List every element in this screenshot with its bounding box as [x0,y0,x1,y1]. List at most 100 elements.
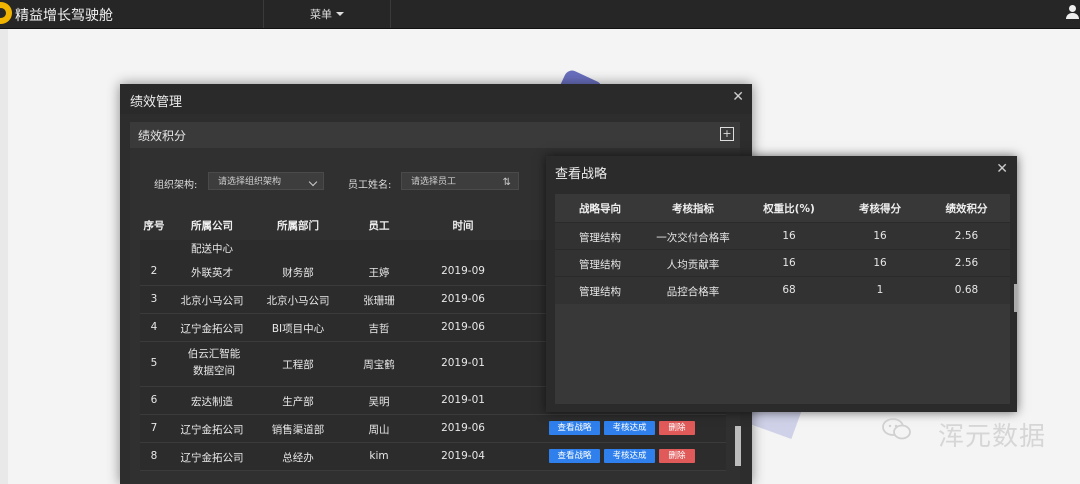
popup-scrollbar[interactable] [1014,284,1017,312]
dept-cell: 北京小马公司 [266,295,330,307]
no-cell: 7 [150,422,158,434]
column-header: 所属公司 [191,220,233,232]
company-cell: 配送中心 [191,243,233,255]
time-cell: 2019-04 [441,450,485,462]
indicator-cell: 人均贡献率 [666,259,720,271]
table-row: 管理结构 品控合格率 68 1 0.68 [555,276,1010,304]
column-header: 战略导向 [579,203,621,215]
score-cell: 16 [873,230,887,242]
no-cell: 2 [150,265,158,277]
dept-cell: 销售渠道部 [271,424,325,436]
column-header: 考核得分 [859,203,901,215]
nav-divider [263,0,264,28]
company-cell: 宏达制造 [191,396,233,408]
employee-cell: 周宝鹤 [363,359,395,371]
weight-cell: 16 [782,230,796,242]
no-cell: 4 [150,321,158,333]
company-cell: 北京小马公司 [180,295,244,307]
company-cell: 伯云汇智能数据空间 [187,348,241,377]
app-title: 精益增长驾驶舱 [15,8,113,24]
org-label: 组织架构: [154,180,198,191]
weight-cell: 68 [782,284,796,296]
logo-icon [0,2,12,24]
employee-cell: 吴明 [368,396,390,408]
column-header: 时间 [452,220,474,232]
watermark-text: 浑元数据 [938,422,1047,452]
score-cell: 16 [873,257,887,269]
close-icon[interactable]: ✕ [996,161,1008,177]
employee-cell: 张珊珊 [363,295,395,307]
indicator-cell: 品控合格率 [666,286,720,298]
close-icon[interactable]: ✕ [732,89,744,105]
column-header: 权重比(%) [763,203,815,215]
direction-cell: 管理结构 [579,286,621,298]
assessment-button[interactable]: 考核达成 [604,421,655,435]
table-row: 7 辽宁金拓公司 销售渠道部 周山 2019-06 查看战略 考核达成 删除 [140,415,726,443]
wechat-icon [882,418,911,440]
employee-cell: 王婷 [368,267,390,279]
menu-dropdown[interactable]: 菜单 [310,6,344,22]
column-header: 序号 [143,220,165,232]
company-cell: 辽宁金拓公司 [180,424,244,436]
popup-title: 查看战略 [555,167,608,182]
indicator-cell: 一次交付合格率 [656,232,730,244]
column-header: 绩效积分 [945,203,988,215]
dept-cell: 总经办 [282,452,314,464]
direction-cell: 管理结构 [579,259,621,271]
employee-label: 员工姓名: [348,180,392,191]
column-header: 所属部门 [277,220,319,232]
company-cell: 辽宁金拓公司 [180,452,244,464]
score-cell: 1 [876,284,884,296]
panel-title: 绩效积分 [138,129,187,143]
dept-cell: 工程部 [282,359,314,371]
company-cell: 辽宁金拓公司 [180,323,244,335]
dialog-title: 绩效管理 [130,95,183,110]
org-placeholder: 请选择组织架构 [218,177,282,187]
no-cell: 6 [150,394,158,406]
dept-cell: 生产部 [282,396,314,408]
dept-cell: 财务部 [282,267,314,279]
time-cell: 2019-06 [441,321,485,333]
employee-cell: 周山 [368,424,390,436]
points-cell: 2.56 [954,257,979,269]
expand-icon[interactable]: + [720,127,734,141]
user-icon[interactable] [1066,5,1080,21]
points-cell: 0.68 [954,284,979,296]
delete-button[interactable]: 删除 [659,449,695,463]
panel-header: 绩效积分 + [130,122,740,148]
strategy-table: 战略导向 考核指标 权重比(%) 考核得分 绩效积分 管理结构 一次交付合格率 … [555,194,1010,404]
assessment-button[interactable]: 考核达成 [604,449,655,463]
sort-icon: ⇅ [502,177,511,188]
time-cell: 2019-06 [441,293,485,305]
view-strategy-button[interactable]: 查看战略 [549,449,600,463]
points-cell: 2.56 [954,230,979,242]
dept-cell: BI项目中心 [271,323,325,335]
time-cell: 2019-01 [441,394,485,406]
dialog-header: 绩效管理 ✕ [120,84,752,114]
direction-cell: 管理结构 [579,232,621,244]
chevron-down-icon [308,177,318,187]
nav-divider [390,0,391,28]
employee-select[interactable]: 请选择员工 ⇅ [401,172,519,190]
table-row: 管理结构 人均贡献率 16 16 2.56 [555,249,1010,277]
delete-button[interactable]: 删除 [659,421,695,435]
org-select[interactable]: 请选择组织架构 [208,172,324,190]
no-cell: 3 [150,293,158,305]
column-header: 员工 [368,220,390,232]
weight-cell: 16 [782,257,796,269]
top-navbar: 精益增长驾驶舱 菜单 [0,0,1080,29]
employee-cell: 吉哲 [368,323,390,335]
time-cell: 2019-09 [441,265,485,277]
table-scrollbar[interactable] [735,426,741,466]
column-header: 考核指标 [672,203,714,215]
caret-down-icon [336,12,344,16]
menu-label: 菜单 [310,8,332,21]
strategy-popup: 查看战略 ✕ 战略导向 考核指标 权重比(%) 考核得分 绩效积分 管理结构 一… [546,156,1017,412]
view-strategy-button[interactable]: 查看战略 [549,421,600,435]
time-cell: 2019-01 [441,357,485,369]
no-cell: 8 [150,450,158,462]
table-row: 8 辽宁金拓公司 总经办 kim 2019-04 查看战略 考核达成 删除 [140,443,726,471]
company-cell: 外联英才 [191,267,233,279]
no-cell: 5 [150,357,158,369]
employee-placeholder: 请选择员工 [411,177,457,187]
